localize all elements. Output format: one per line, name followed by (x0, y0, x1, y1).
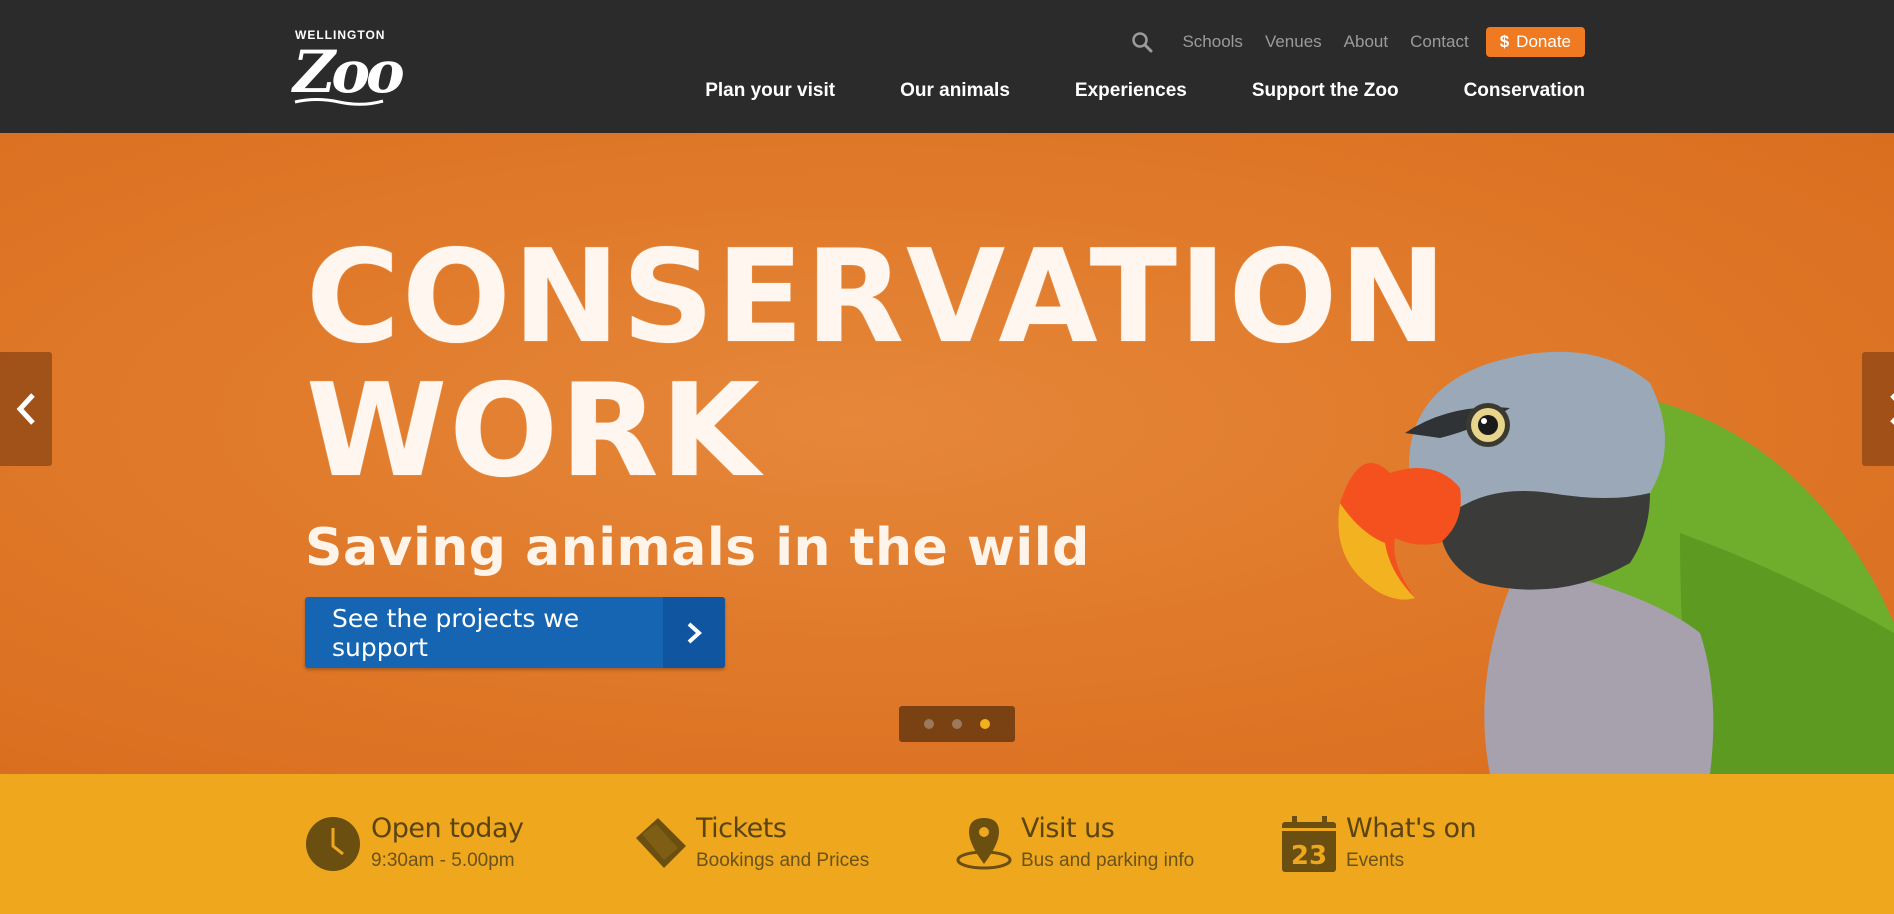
dollar-icon: $ (1499, 32, 1510, 51)
hero-title: CONSERVATION WORK (306, 233, 1448, 497)
schools-link[interactable]: Schools (1182, 32, 1242, 52)
slide-dot-3[interactable] (980, 719, 990, 729)
open-today-hours: 9:30am - 5.00pm (371, 850, 515, 871)
calendar-icon: 23 (1282, 816, 1336, 872)
clock-icon (306, 817, 360, 871)
whats-on-title: What's on (1346, 813, 1477, 844)
nav-experiences[interactable]: Experiences (1075, 80, 1187, 102)
donate-label: Donate (1516, 32, 1571, 51)
see-projects-button[interactable]: See the projects we support (305, 597, 725, 668)
logo-swoosh (294, 98, 384, 106)
cta-label: See the projects we support (332, 603, 580, 662)
hero-title-line2: WORK (306, 357, 762, 506)
nav-plan-your-visit[interactable]: Plan your visit (705, 80, 835, 102)
tickets-sub: Bookings and Prices (696, 850, 870, 871)
ticket-icon (636, 818, 686, 868)
search-icon[interactable] (1131, 31, 1153, 53)
whats-on-sub: Events (1346, 850, 1405, 871)
open-today-title: Open today (371, 813, 524, 844)
previous-slide-button[interactable] (0, 352, 52, 466)
calendar-day: 23 (1291, 841, 1327, 871)
hero-slider: CONSERVATION WORK Saving animals in the … (0, 133, 1894, 774)
about-link[interactable]: About (1344, 32, 1388, 52)
visit-us-title: Visit us (1021, 813, 1115, 844)
whats-on-item[interactable]: 23 What's on Events (1280, 813, 1477, 874)
nav-support-the-zoo[interactable]: Support the Zoo (1252, 80, 1399, 102)
nav-conservation[interactable]: Conservation (1464, 80, 1585, 102)
open-today-item[interactable]: Open today 9:30am - 5.00pm (305, 813, 524, 874)
logo-main-text: Zoo (293, 38, 405, 106)
quick-info-bar: Open today 9:30am - 5.00pm Tickets Booki… (0, 774, 1894, 914)
visit-us-sub: Bus and parking info (1021, 850, 1195, 871)
chevron-left-icon (16, 393, 35, 425)
site-header: WELLINGTON Zoo Schools Venues About Cont… (0, 0, 1894, 133)
utility-nav: Schools Venues About Contact $ Donate (1131, 27, 1585, 57)
wellington-zoo-logo[interactable]: WELLINGTON Zoo (293, 26, 405, 106)
visit-us-item[interactable]: Visit us Bus and parking info (955, 814, 1194, 874)
map-pin-icon (956, 818, 1012, 870)
donate-button[interactable]: $ Donate (1485, 27, 1585, 57)
parrot-image (1338, 351, 1894, 774)
hero-title-line1: CONSERVATION (306, 223, 1449, 372)
main-nav: Plan your visit Our animals Experiences … (640, 80, 1585, 102)
slide-indicators (899, 706, 1015, 742)
venues-link[interactable]: Venues (1265, 32, 1322, 52)
contact-link[interactable]: Contact (1410, 32, 1469, 52)
chevron-right-icon (663, 597, 725, 668)
slide-dot-1[interactable] (924, 719, 934, 729)
hero-subtitle: Saving animals in the wild (305, 518, 1090, 578)
slide-dot-2[interactable] (952, 719, 962, 729)
tickets-item[interactable]: Tickets Bookings and Prices (630, 814, 869, 874)
tickets-title: Tickets (696, 813, 787, 844)
nav-our-animals[interactable]: Our animals (900, 80, 1010, 102)
